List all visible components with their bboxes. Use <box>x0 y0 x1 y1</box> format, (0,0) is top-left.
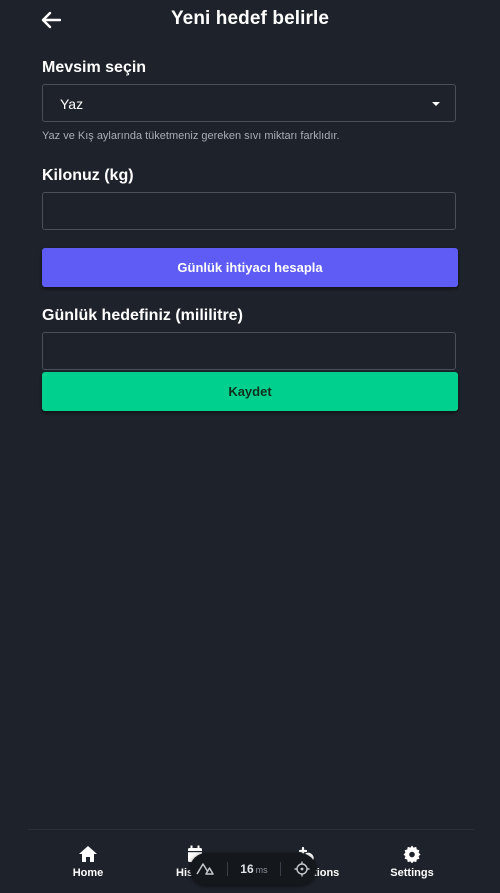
crosshair-icon[interactable] <box>294 861 310 877</box>
devtools-pill[interactable]: 16 ms <box>190 853 316 885</box>
pill-divider <box>226 862 228 876</box>
render-time-unit: ms <box>255 865 268 875</box>
season-select-value: Yaz <box>60 96 84 112</box>
weight-input[interactable] <box>42 192 456 230</box>
nav-label-settings: Settings <box>390 867 434 879</box>
page-title: Yeni hedef belirle <box>170 8 330 29</box>
nuxt-logo-icon <box>196 863 214 875</box>
nav-item-home[interactable]: Home <box>43 845 133 879</box>
weight-label: Kilonuz (kg) <box>42 167 134 184</box>
season-label: Mevsim seçin <box>42 59 147 76</box>
render-time-value: 16 <box>240 862 254 876</box>
home-icon <box>79 846 97 862</box>
nav-item-settings[interactable]: Settings <box>367 845 457 879</box>
goal-input[interactable] <box>42 332 456 370</box>
season-hint: Yaz ve Kış aylarında tüketmeniz gereken … <box>42 130 340 142</box>
goal-label: Günlük hedefiniz (mililitre) <box>42 307 243 324</box>
pill-divider <box>280 862 282 876</box>
season-select[interactable]: Yaz <box>42 84 456 122</box>
caret-down-icon <box>432 102 440 106</box>
save-button[interactable]: Kaydet <box>42 372 458 411</box>
header: Yeni hedef belirle <box>0 0 500 40</box>
app-screen: Yeni hedef belirle Mevsim seçin Yaz Yaz … <box>0 0 500 893</box>
render-time: 16 ms <box>240 862 267 876</box>
nav-label-home: Home <box>72 867 104 879</box>
gear-icon <box>403 845 421 863</box>
calculate-button[interactable]: Günlük ihtiyacı hesapla <box>42 248 458 287</box>
